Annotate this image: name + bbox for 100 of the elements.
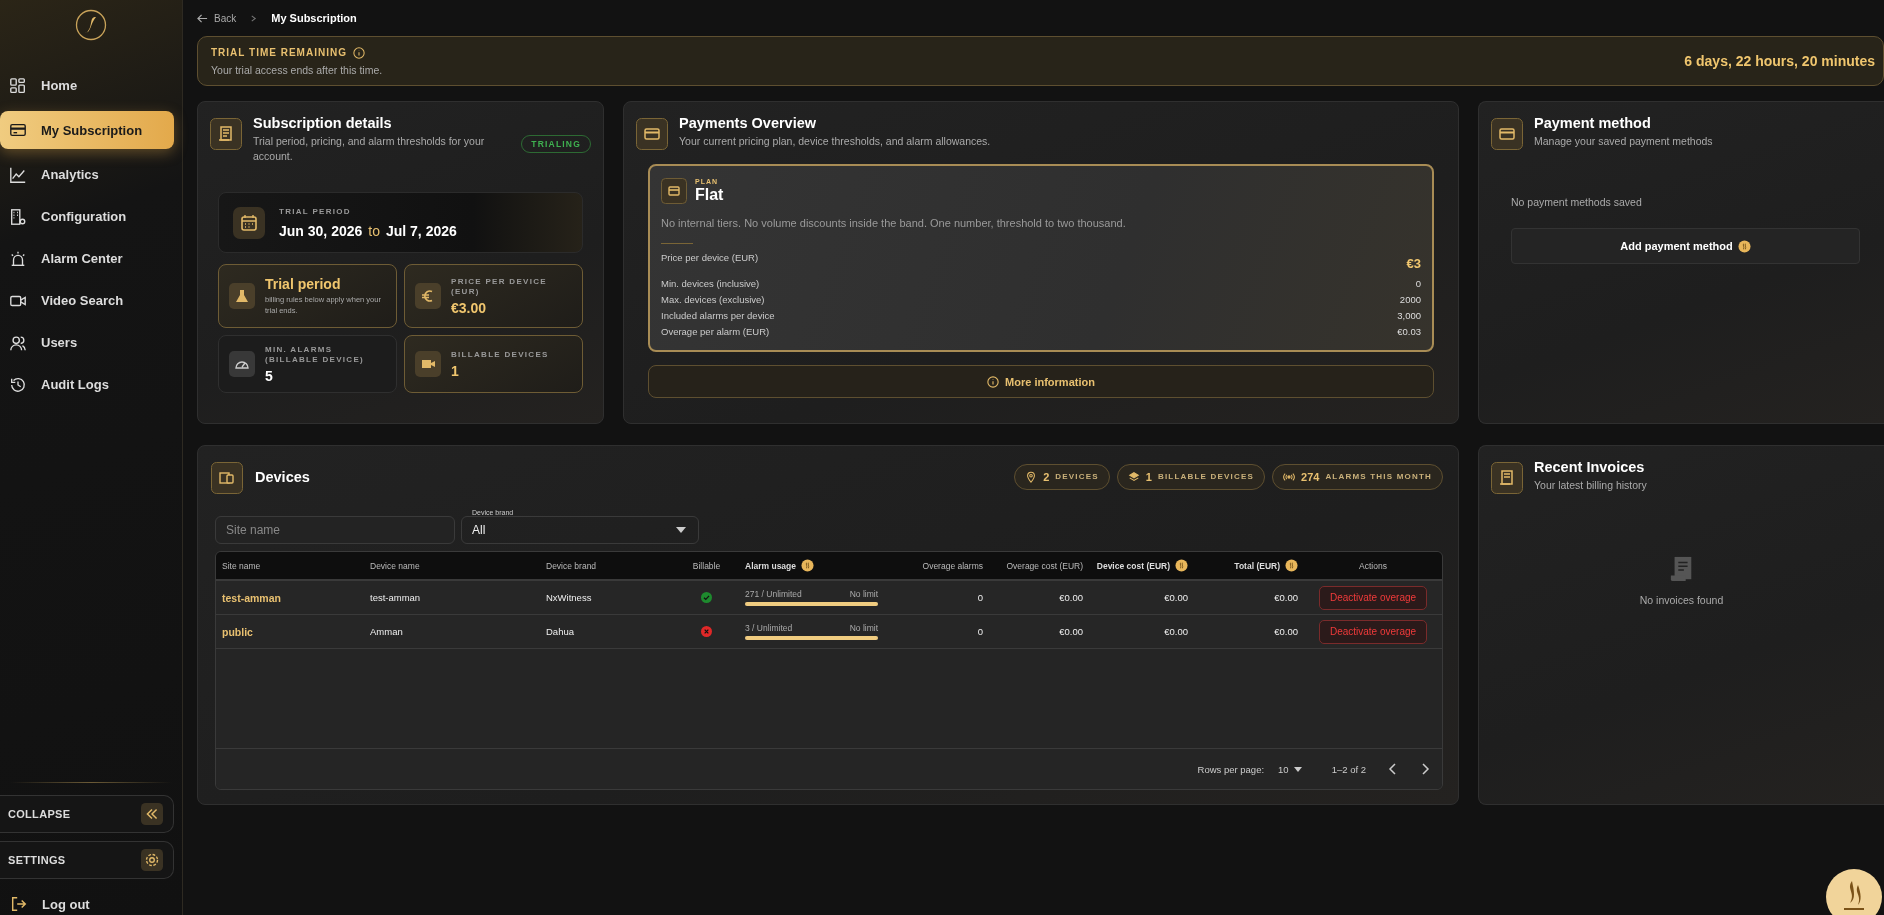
table-cell: €0.00 xyxy=(1164,592,1188,603)
card-title: Payment method xyxy=(1534,115,1652,131)
column-header: Overage cost (EUR) xyxy=(1006,560,1083,571)
receipt-icon xyxy=(1491,462,1523,494)
history-icon xyxy=(9,375,27,394)
card-icon xyxy=(9,121,27,139)
table-cell: Amman xyxy=(370,626,403,637)
table-cell: €0.00 xyxy=(1059,626,1083,637)
deactivate-overage-button[interactable]: Deactivate overage xyxy=(1318,619,1428,644)
banner-subtitle: Your trial access ends after this time. xyxy=(211,63,383,76)
plan-row-value: 3,000 xyxy=(1397,310,1421,321)
count-badge: 274 ALARMS THIS MONTH xyxy=(1272,463,1443,490)
settings-icon xyxy=(141,849,163,871)
table-cell: Dahua xyxy=(546,626,574,637)
settings-button[interactable]: SETTINGS xyxy=(0,841,174,879)
table-cell: public xyxy=(222,625,253,638)
nav-item[interactable]: My Subscription xyxy=(0,111,174,149)
plan-row-value: €0.03 xyxy=(1397,326,1421,337)
plan-row-label: Price per device (EUR) xyxy=(661,252,759,263)
tile-label: PRICE PER DEVICE (EUR) xyxy=(451,276,548,297)
plan-row-label: Overage per alarm (EUR) xyxy=(661,326,770,337)
nav-item[interactable]: Users xyxy=(0,326,174,359)
count-badge: 1 BILLABLE DEVICES xyxy=(1116,463,1265,490)
pin-icon xyxy=(1025,470,1038,483)
nav-item[interactable]: Configuration xyxy=(0,200,174,233)
count-badge: 2 DEVICES xyxy=(1014,463,1110,490)
deactivate-overage-button[interactable]: Deactivate overage xyxy=(1318,585,1428,610)
table-cell: test-amman xyxy=(222,591,281,604)
empty-message: No invoices found xyxy=(1639,594,1724,606)
chart-icon xyxy=(9,165,27,184)
plan-description: No internal tiers. No volume discounts inside the band. One number, threshold to two thousand. xyxy=(661,217,1127,229)
card-subtitle: Your current pricing plan, device thresholds, and alarm allowances. xyxy=(679,134,992,149)
tile-label: BILLABLE DEVICES xyxy=(451,349,549,360)
device-brand-select[interactable]: All xyxy=(461,516,699,544)
more-information-button[interactable]: More information xyxy=(648,365,1434,398)
empty-message: No payment methods saved xyxy=(1511,196,1643,208)
card-title: Payments Overview xyxy=(679,115,818,131)
building-icon xyxy=(9,207,27,226)
card-icon xyxy=(1491,118,1523,150)
usage-limit: No limit xyxy=(849,623,878,633)
flask-icon xyxy=(229,283,255,310)
gauge-icon xyxy=(229,351,255,378)
column-header: Actions xyxy=(1359,560,1387,571)
chevron-icon xyxy=(250,14,258,22)
table-cell: test-amman xyxy=(370,592,421,603)
plan-row-value: 0 xyxy=(1415,278,1421,289)
table-cell: 0 xyxy=(977,592,983,603)
plan-row-value: €3 xyxy=(1406,256,1421,271)
tile-label: MIN. ALARMS (BILLABLE DEVICE) xyxy=(265,344,365,365)
banner-title: TRIAL TIME REMAINING xyxy=(211,47,347,58)
period-label: TRIAL PERIOD xyxy=(279,206,352,217)
card-title: Recent Invoices xyxy=(1534,459,1646,475)
card-title: Subscription details xyxy=(253,115,393,131)
caret-icon xyxy=(1293,766,1302,772)
alarm-icon xyxy=(9,249,27,268)
card-title: Devices xyxy=(255,468,310,485)
plan-name: Flat xyxy=(695,186,724,204)
start-date: Jun 30, 2026 xyxy=(279,222,363,239)
collapse-button[interactable]: COLLAPSE xyxy=(0,795,174,833)
column-header: Alarm usage xyxy=(745,560,797,571)
coin-icon xyxy=(801,559,815,572)
tile-value: 1 xyxy=(451,362,460,379)
info-icon xyxy=(352,46,365,59)
site-name-field[interactable]: Site name xyxy=(215,516,455,544)
usage-count: 271 / Unlimited xyxy=(745,589,802,599)
nav-item[interactable]: Home xyxy=(0,69,174,102)
nav-item[interactable]: Audit Logs xyxy=(0,368,174,401)
card-subtitle: Your latest billing history xyxy=(1534,478,1648,493)
coin-icon xyxy=(1737,239,1751,253)
plan-row-label: Min. devices (inclusive) xyxy=(661,278,760,289)
add-payment-method-button[interactable]: Add payment method xyxy=(1511,228,1860,264)
column-header: Billable xyxy=(692,560,721,571)
previous-page-button[interactable] xyxy=(1388,763,1398,775)
coin-icon xyxy=(1285,559,1298,572)
next-page-button[interactable] xyxy=(1420,763,1430,775)
calendar-icon xyxy=(233,206,265,239)
caret-icon xyxy=(676,527,686,533)
logout-icon xyxy=(10,895,28,913)
flame-button[interactable] xyxy=(1826,869,1882,915)
back-link[interactable]: Back xyxy=(197,12,237,24)
arrow-left-icon xyxy=(197,12,208,24)
chevrons-icon xyxy=(141,803,163,825)
nav-item[interactable]: Video Search xyxy=(0,284,174,317)
receipt-icon xyxy=(210,118,242,150)
logout-link[interactable]: Log out xyxy=(0,887,182,913)
grid-icon xyxy=(9,76,27,95)
coin-icon xyxy=(1175,559,1188,572)
table-cell: €0.00 xyxy=(1274,626,1298,637)
rows-per-page-select[interactable]: 10 xyxy=(1278,763,1302,775)
table-cell: €0.00 xyxy=(1164,626,1188,637)
tile-value: €3.00 xyxy=(451,299,488,316)
nav-item[interactable]: Alarm Center xyxy=(0,242,174,275)
column-header: Site name xyxy=(222,560,261,571)
card-subtitle: Manage your saved payment methods xyxy=(1534,134,1714,149)
table-cell: €0.00 xyxy=(1059,592,1083,603)
card-icon xyxy=(661,178,687,204)
plan-row-value: 2000 xyxy=(1399,294,1421,305)
table-cell: €0.00 xyxy=(1274,592,1298,603)
usage-count: 3 / Unlimited xyxy=(745,623,793,633)
nav-item[interactable]: Analytics xyxy=(0,158,174,191)
